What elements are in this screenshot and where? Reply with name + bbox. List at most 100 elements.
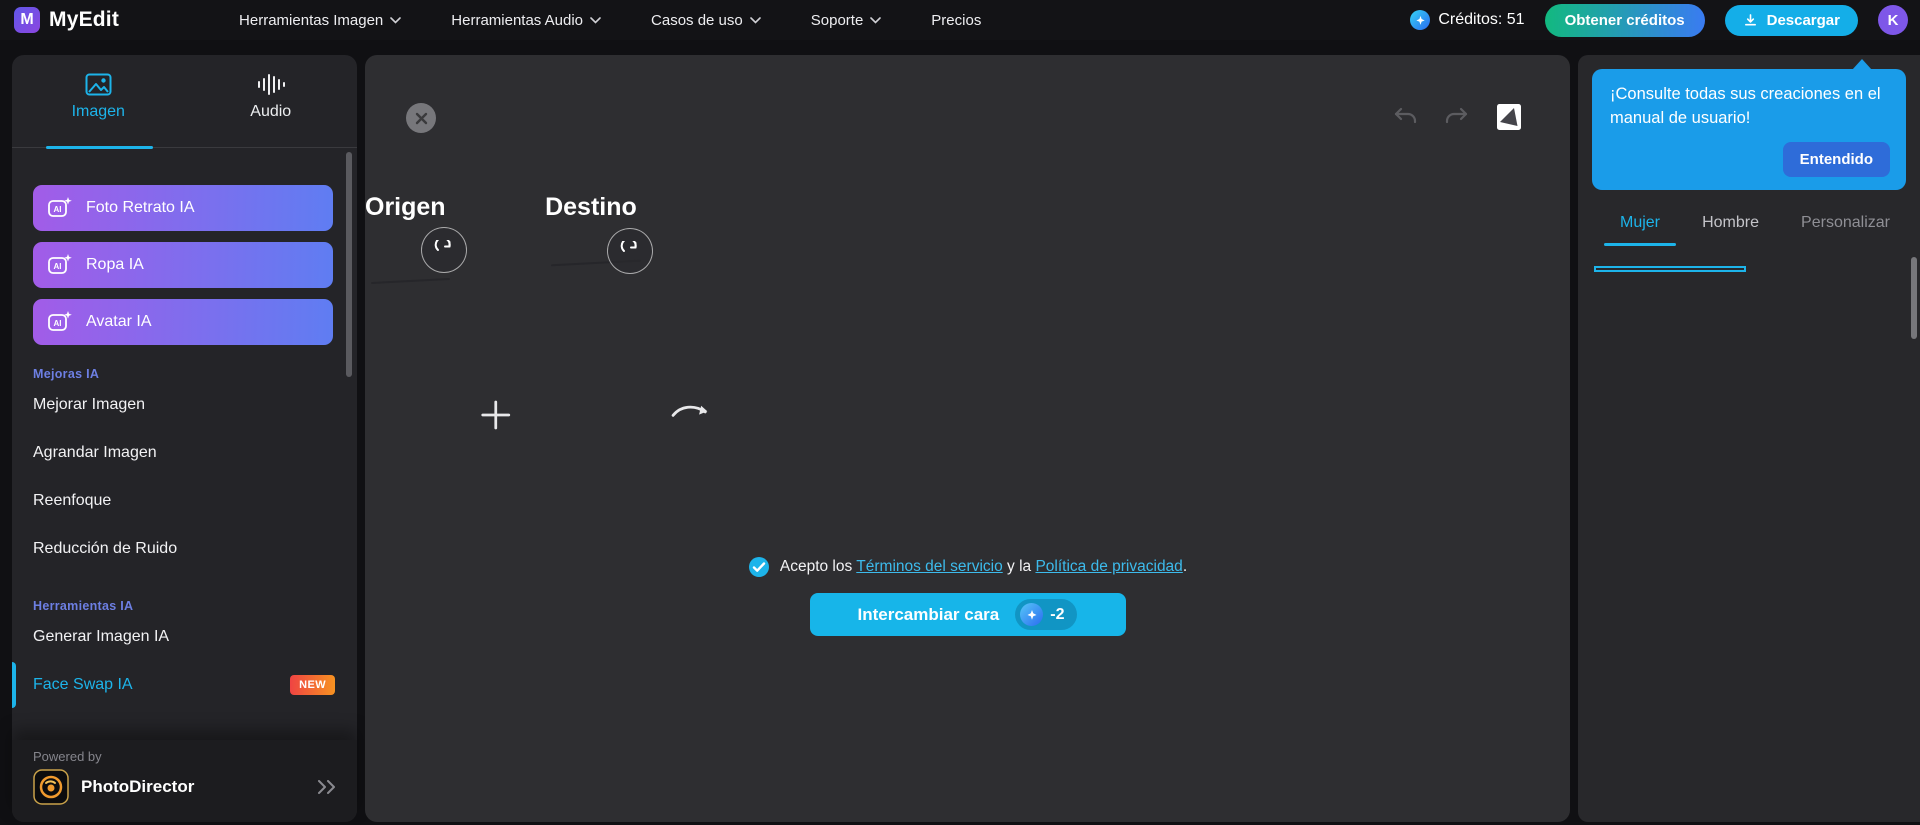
nav-herramientas-audio[interactable]: Herramientas Audio bbox=[451, 12, 601, 29]
credit-coin-icon bbox=[1410, 10, 1431, 30]
main-nav: Herramientas Imagen Herramientas Audio C… bbox=[239, 12, 981, 29]
avatar-ia-button[interactable]: AI Avatar IA bbox=[33, 299, 333, 345]
sidebar-item-reduccion-de-ruido[interactable]: Reducción de Ruido bbox=[12, 525, 357, 573]
plus-icon bbox=[480, 400, 510, 430]
chevron-down-icon bbox=[590, 16, 601, 24]
svg-text:AI: AI bbox=[54, 262, 62, 271]
sidebar-item-agrandar-imagen[interactable]: Agrandar Imagen bbox=[12, 429, 357, 477]
photodirector-label: PhotoDirector bbox=[81, 777, 195, 796]
section-herramientas-ia: Herramientas IA Generar Imagen IA Face S… bbox=[12, 599, 357, 709]
history-controls bbox=[1392, 101, 1524, 133]
sidebar: Imagen Audio AI Foto Retrato IA AI Ropa … bbox=[12, 55, 357, 822]
myedit-logo[interactable]: M MyEdit bbox=[14, 7, 119, 33]
ropa-ia-button[interactable]: AI Ropa IA bbox=[33, 242, 333, 288]
powered-by-photodirector[interactable]: Powered by PhotoDirector bbox=[12, 740, 357, 822]
myedit-app: { "theme": { "style": "--accent:#1db4ea;… bbox=[0, 0, 1920, 825]
templates-scrollbar[interactable] bbox=[1911, 257, 1917, 339]
source-label: Origen bbox=[365, 193, 446, 221]
svg-text:AI: AI bbox=[54, 205, 62, 214]
arrow-right-icon bbox=[671, 405, 708, 417]
entendido-button[interactable]: Entendido bbox=[1782, 141, 1890, 177]
tab-hombre[interactable]: Hombre bbox=[1702, 214, 1759, 246]
terms-checkbox[interactable] bbox=[748, 556, 770, 578]
tab-personalizar[interactable]: Personalizar bbox=[1801, 214, 1890, 246]
refresh-icon bbox=[620, 241, 637, 252]
active-item-indicator bbox=[12, 662, 16, 708]
nav-precios[interactable]: Precios bbox=[931, 12, 981, 29]
ai-tool-buttons: AI Foto Retrato IA AI Ropa IA AI Avatar … bbox=[12, 148, 357, 345]
user-avatar[interactable]: K bbox=[1878, 5, 1908, 35]
workspace: Imagen Audio AI Foto Retrato IA AI Ropa … bbox=[0, 40, 1920, 825]
undo-icon bbox=[1394, 107, 1417, 124]
close-button[interactable] bbox=[406, 103, 436, 133]
sidebar-scrollbar[interactable] bbox=[346, 152, 352, 377]
nav-soporte[interactable]: Soporte bbox=[811, 12, 882, 29]
close-icon bbox=[415, 112, 427, 124]
tab-mujer[interactable]: Mujer bbox=[1603, 214, 1677, 246]
terms-text: Acepto los Términos del servicio y la Po… bbox=[779, 558, 1188, 575]
editor-canvas: Origen Destino Acepto los Términos del s… bbox=[365, 55, 1570, 822]
template-gallery bbox=[1592, 269, 1906, 295]
replace-target-button[interactable] bbox=[606, 228, 653, 274]
credit-cost-value: -2 bbox=[1050, 605, 1065, 623]
intercambiar-cara-button[interactable]: Intercambiar cara -2 bbox=[809, 593, 1126, 636]
sidebar-item-reenfoque[interactable]: Reenfoque bbox=[12, 477, 357, 525]
section-title: Herramientas IA bbox=[33, 599, 134, 613]
action-row: Intercambiar cara -2 bbox=[365, 593, 1570, 636]
target-label: Destino bbox=[545, 193, 637, 221]
credit-cost-pill: -2 bbox=[1015, 599, 1078, 630]
image-icon bbox=[85, 73, 112, 96]
tab-audio[interactable]: Audio bbox=[185, 55, 358, 147]
template-category-tabs: Mujer Hombre Personalizar bbox=[1592, 214, 1906, 246]
credits-display: Créditos: 51 bbox=[1410, 10, 1525, 30]
powered-by-label: Powered by bbox=[33, 749, 102, 764]
credit-coin-icon bbox=[1020, 603, 1044, 626]
ai-sparkle-icon: AI bbox=[48, 254, 72, 274]
photodirector-logo bbox=[33, 769, 69, 805]
myedit-logo-icon: M bbox=[14, 7, 40, 33]
topbar: M MyEdit Herramientas Imagen Herramienta… bbox=[0, 0, 1920, 40]
sidebar-tabs: Imagen Audio bbox=[12, 55, 358, 149]
terms-row: Acepto los Términos del servicio y la Po… bbox=[365, 556, 1570, 578]
sidebar-item-generar-imagen-ia[interactable]: Generar Imagen IA bbox=[12, 613, 357, 661]
nav-herramientas-imagen[interactable]: Herramientas Imagen bbox=[239, 12, 402, 29]
brand-name: MyEdit bbox=[49, 8, 120, 31]
section-mejoras-ia: Mejoras IA Mejorar Imagen Agrandar Image… bbox=[12, 367, 357, 573]
source-column: Origen bbox=[365, 193, 467, 273]
section-title: Mejoras IA bbox=[33, 367, 100, 381]
redo-icon bbox=[1445, 107, 1468, 124]
sidebar-item-face-swap-ia[interactable]: Face Swap IA NEW bbox=[12, 661, 357, 709]
download-icon bbox=[1744, 13, 1756, 26]
download-button[interactable]: Descargar bbox=[1724, 4, 1858, 36]
double-chevron-right-icon[interactable] bbox=[317, 780, 339, 794]
topbar-right: Créditos: 51 Obtener créditos Descargar … bbox=[1410, 3, 1908, 37]
user-manual-tooltip: ¡Consulte todas sus creaciones en el man… bbox=[1592, 59, 1906, 190]
redo-button[interactable] bbox=[1443, 106, 1470, 128]
get-credits-button[interactable]: Obtener créditos bbox=[1544, 3, 1705, 37]
ai-sparkle-icon: AI bbox=[48, 311, 72, 331]
svg-text:AI: AI bbox=[54, 319, 62, 328]
chevron-down-icon bbox=[749, 16, 761, 24]
new-badge: NEW bbox=[290, 675, 335, 695]
nav-casos-de-uso[interactable]: Casos de uso bbox=[651, 12, 761, 29]
terms-of-service-link[interactable]: Términos del servicio bbox=[856, 558, 1002, 575]
refresh-icon bbox=[434, 240, 451, 251]
templates-panel: ¡Consulte todas sus creaciones en el man… bbox=[1578, 55, 1920, 822]
replace-source-button[interactable] bbox=[420, 227, 467, 273]
compare-before-after-button[interactable] bbox=[1494, 101, 1524, 133]
credits-count: Créditos: 51 bbox=[1438, 11, 1525, 28]
undo-button[interactable] bbox=[1392, 106, 1419, 128]
sidebar-item-mejorar-imagen[interactable]: Mejorar Imagen bbox=[12, 381, 357, 429]
ai-sparkle-icon: AI bbox=[48, 197, 72, 217]
face-swap-stage: Origen Destino bbox=[365, 55, 1570, 438]
active-tab-underline bbox=[46, 146, 153, 149]
compare-icon bbox=[1497, 104, 1521, 130]
chevron-down-icon bbox=[870, 16, 882, 24]
chevron-down-icon bbox=[390, 16, 402, 24]
privacy-policy-link[interactable]: Política de privacidad bbox=[1035, 558, 1182, 575]
tab-imagen[interactable]: Imagen bbox=[12, 55, 185, 147]
tooltip-text: ¡Consulte todas sus creaciones en el man… bbox=[1610, 85, 1881, 127]
target-column: Destino bbox=[545, 193, 653, 274]
foto-retrato-ia-button[interactable]: AI Foto Retrato IA bbox=[33, 185, 333, 231]
audio-waveform-icon bbox=[257, 74, 285, 95]
